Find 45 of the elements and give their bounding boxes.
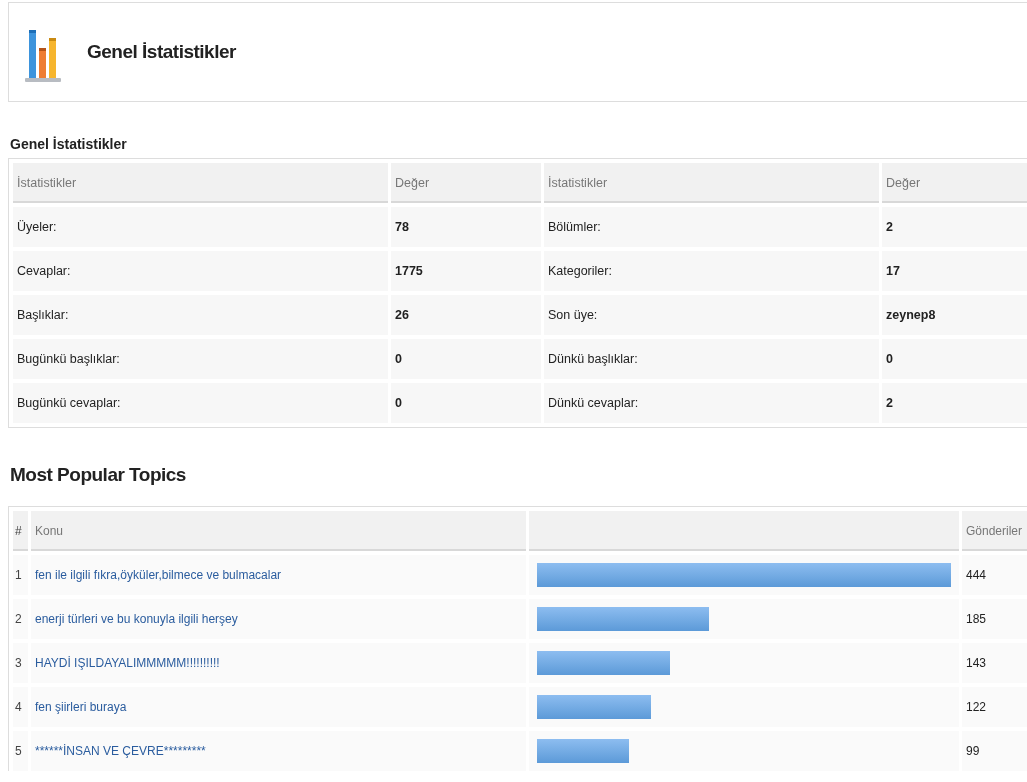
table-cell: Bölümler: — [544, 207, 879, 247]
table-cell: Cevaplar: — [13, 251, 388, 291]
column-header: Konu — [31, 511, 526, 551]
column-header: İstatistikler — [544, 163, 879, 203]
table-cell: 17 — [882, 251, 1027, 291]
topic-link[interactable]: fen şiirleri buraya — [35, 700, 127, 714]
column-header: Değer — [391, 163, 541, 203]
table-cell: 143 — [962, 643, 1027, 683]
column-header: Gönderiler — [962, 511, 1027, 551]
table-cell: 26 — [391, 295, 541, 335]
table-cell: 2 — [882, 207, 1027, 247]
table-cell: 122 — [962, 687, 1027, 727]
rank-number: 5 — [13, 731, 28, 771]
section-title: Genel İstatistikler — [10, 136, 128, 152]
table-cell: Son üye: — [544, 295, 879, 335]
table-cell: 2 — [882, 383, 1027, 423]
table-cell: zeynep8 — [882, 295, 1027, 335]
column-header: İstatistikler — [13, 163, 388, 203]
column-header: # — [13, 511, 28, 551]
section-title: Most Popular Topics — [10, 464, 187, 486]
table-cell: 1775 — [391, 251, 541, 291]
table-cell: 444 — [962, 555, 1027, 595]
topic-link[interactable]: HAYDİ IŞILDAYALIMMMMM!!!!!!!!!! — [35, 656, 220, 670]
table-cell: 185 — [962, 599, 1027, 639]
table-cell: Bugünkü cevaplar: — [13, 383, 388, 423]
table-cell: Kategoriler: — [544, 251, 879, 291]
rank-number: 3 — [13, 643, 28, 683]
rank-number: 2 — [13, 599, 28, 639]
column-header: Değer — [882, 163, 1027, 203]
table-cell: Dünkü cevaplar: — [544, 383, 879, 423]
table-cell: 78 — [391, 207, 541, 247]
table-cell: Dünkü başlıklar: — [544, 339, 879, 379]
table-cell: Başlıklar: — [13, 295, 388, 335]
rank-number: 4 — [13, 687, 28, 727]
topic-link[interactable]: enerji türleri ve bu konuyla ilgili herşey — [35, 612, 238, 626]
page-title: Genel İstatistikler — [87, 41, 236, 63]
table-cell: Bugünkü başlıklar: — [13, 339, 388, 379]
table-cell: 99 — [962, 731, 1027, 771]
topic-link[interactable]: fen ile ilgili fıkra,öyküler,bilmece ve bulmacalar — [35, 568, 282, 582]
table-cell: 0 — [882, 339, 1027, 379]
topic-link[interactable]: ******İNSAN VE ÇEVRE********* — [35, 744, 206, 758]
table-cell: 0 — [391, 339, 541, 379]
table-cell: Üyeler: — [13, 207, 388, 247]
table-cell: 0 — [391, 383, 541, 423]
rank-number: 1 — [13, 555, 28, 595]
